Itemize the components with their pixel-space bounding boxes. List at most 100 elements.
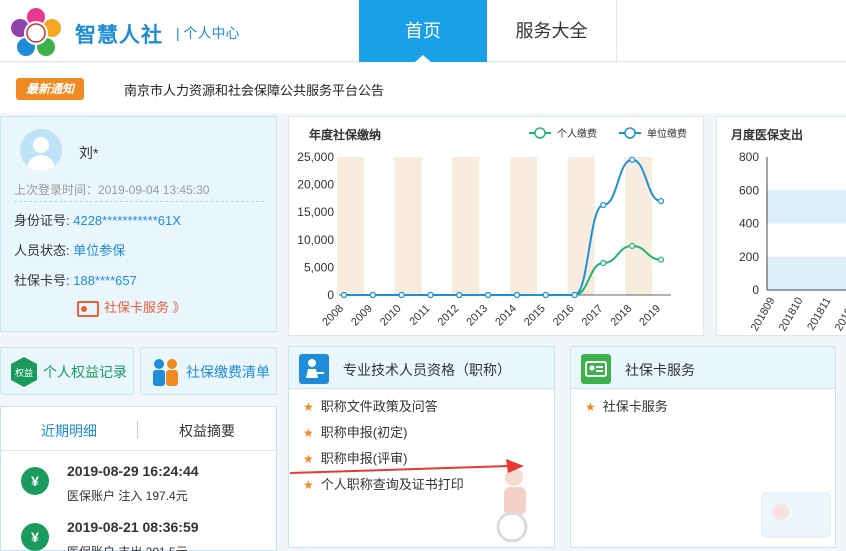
link-text: 社保卡服务 [602,399,668,414]
legend-label: 单位缴费 [647,127,687,140]
card-icon [77,300,99,317]
list-item[interactable]: ¥ 2019-08-29 16:24:44 医保账户 注入 197.4元 [1,457,276,507]
link-text: 职称文件政策及问答 [320,399,438,414]
series-line-1 [344,158,662,296]
chart-band [337,157,364,295]
id-value: 4228***********61X [73,213,181,228]
prof-title-list: ★ 职称文件政策及问答 ★ 职称申报(初定) ★ 职称申报(评审) ★ 个人职称查询及证… [303,399,464,503]
data-point [629,156,636,163]
list-item[interactable]: ¥ 2019-08-21 08:36:59 医保账户 支出 201.5元 [1,513,276,551]
avatar-head-icon [33,137,49,153]
x-tick-label: 201811 [805,296,833,333]
nav-services-tab[interactable]: 服务大全 [487,0,617,62]
x-tick-label: 2017 [580,303,606,329]
id-card-icon [581,354,611,384]
nanjing-logo-icon[interactable] [8,7,64,57]
status-row: 人员状态: 单位参保 [14,240,125,259]
payment-list-button[interactable]: 社保缴费清单 [140,347,277,395]
yuan-icon: ¥ [21,467,49,495]
record-desc: 医保账户 注入 197.4元 [67,489,188,503]
y-tick-label: 25,000 [297,150,334,164]
yuan-icon: ¥ [21,523,49,551]
y-tick-label: 10,000 [297,233,334,247]
x-tick-label: 201812 [833,296,846,334]
id-label: 身份证号: [14,213,74,228]
record-time: 2019-08-21 08:36:59 [67,519,199,535]
monthly-chart-svg: 0 200 400 600 800 201809 201810 201811 201812 [739,150,846,334]
card-service-link[interactable]: 社保卡服务 》 [77,297,186,317]
y-tick-label: 0 [327,288,334,302]
tab-recent-details[interactable]: 近期明细 [41,421,97,441]
list-item[interactable]: ★ 社保卡服务 [585,399,668,425]
x-tick-label: 2008 [320,303,346,329]
nav-home-tab[interactable]: 首页 [359,0,487,62]
profile-card: 刘* 上次登录时间：2019-09-04 13:45:30 身份证号: 4228… [0,116,277,332]
avatar [20,129,62,171]
notice-badge: 最新通知 [16,78,84,100]
records-panel: 近期明细 权益摘要 ¥ 2019-08-29 16:24:44 医保账户 注入 … [0,406,277,551]
data-point [484,291,492,299]
people-icon [153,359,178,386]
data-point [657,256,665,263]
data-point [542,291,549,299]
list-item[interactable]: ★ 职称申报(初定) [303,425,464,451]
star-icon: ★ [303,400,314,414]
x-tick-label: 2018 [609,303,635,329]
x-tick-label: 201810 [777,296,806,334]
section-title: | 个人中心 [176,25,240,41]
y-tick-label: 5,000 [304,260,334,274]
x-tick-label: 2013 [464,303,490,329]
prof-title-box: 专业技术人员资格（职称） ★ 职称文件政策及问答 ★ 职称申报(初定) ★ 职称申报(… [288,346,555,548]
data-point [398,291,405,299]
person-desk-icon [299,354,329,384]
tab-divider [137,421,138,439]
card-service-list: ★ 社保卡服务 [585,399,668,425]
rights-record-button[interactable]: 权益 个人权益记录 [0,347,134,395]
rights-badge-icon: 权益 [11,357,37,387]
svg-text:权益: 权益 [15,367,33,379]
y-tick-label: 600 [739,183,759,197]
chart-band [509,157,537,295]
data-point [629,242,636,249]
red-arrow-icon [289,459,524,474]
x-tick-label: 201809 [749,296,778,334]
x-tick-label: 2016 [551,303,577,329]
y-tick-label: 20,000 [297,178,334,192]
y-tick-label: 200 [739,250,759,264]
card-image-icon [761,492,831,538]
annual-chart-svg: 05,00010,00015,00020,00025,0002008 2009 20… [297,127,687,329]
tab-rights-summary[interactable]: 权益摘要 [179,421,235,441]
data-point [513,291,521,299]
brand-title: 智慧人社 [75,24,163,47]
y-tick-label: 0 [752,283,759,297]
legend-marker [624,127,636,139]
monthly-medical-chart: 月度医保支出 0 200 400 600 800 201809 201810 201811 20… [716,116,846,336]
x-tick-label: 2019 [637,303,663,329]
payment-list-label: 社保缴费清单 [186,364,270,380]
record-time: 2019-08-29 16:24:44 [67,463,199,479]
y-tick-label: 800 [739,150,759,164]
divider [14,201,264,202]
card-service-box: 社保卡服务 ★ 社保卡服务 [570,346,836,548]
status-value: 单位参保 [73,243,126,258]
star-icon: ★ [585,400,596,414]
list-item[interactable]: ★ 职称文件政策及问答 [303,399,464,425]
legend-label: 个人缴费 [557,127,597,140]
user-name: 刘* [79,145,99,161]
data-point [600,259,607,267]
x-tick-label: 2015 [522,303,548,329]
card-label: 社保卡号: [14,273,74,288]
card-row: 社保卡号: 188****657 [14,270,137,289]
x-tick-label: 2012 [436,303,462,329]
data-point [427,291,434,299]
y-tick-label: 400 [739,217,759,231]
notice-link[interactable]: 南京市人力资源和社会保障公共服务平台公告 [124,80,384,99]
x-tick-label: 2014 [493,303,519,329]
header: 智慧人社 | 个人中心 首页 服务大全 [0,0,846,62]
grid-band [767,256,846,290]
chart-band [452,157,480,295]
data-point [571,291,578,299]
rights-record-label: 个人权益记录 [43,364,127,380]
y-tick-label: 15,000 [297,205,334,219]
card-service-label: 社保卡服务 》 [104,300,186,315]
